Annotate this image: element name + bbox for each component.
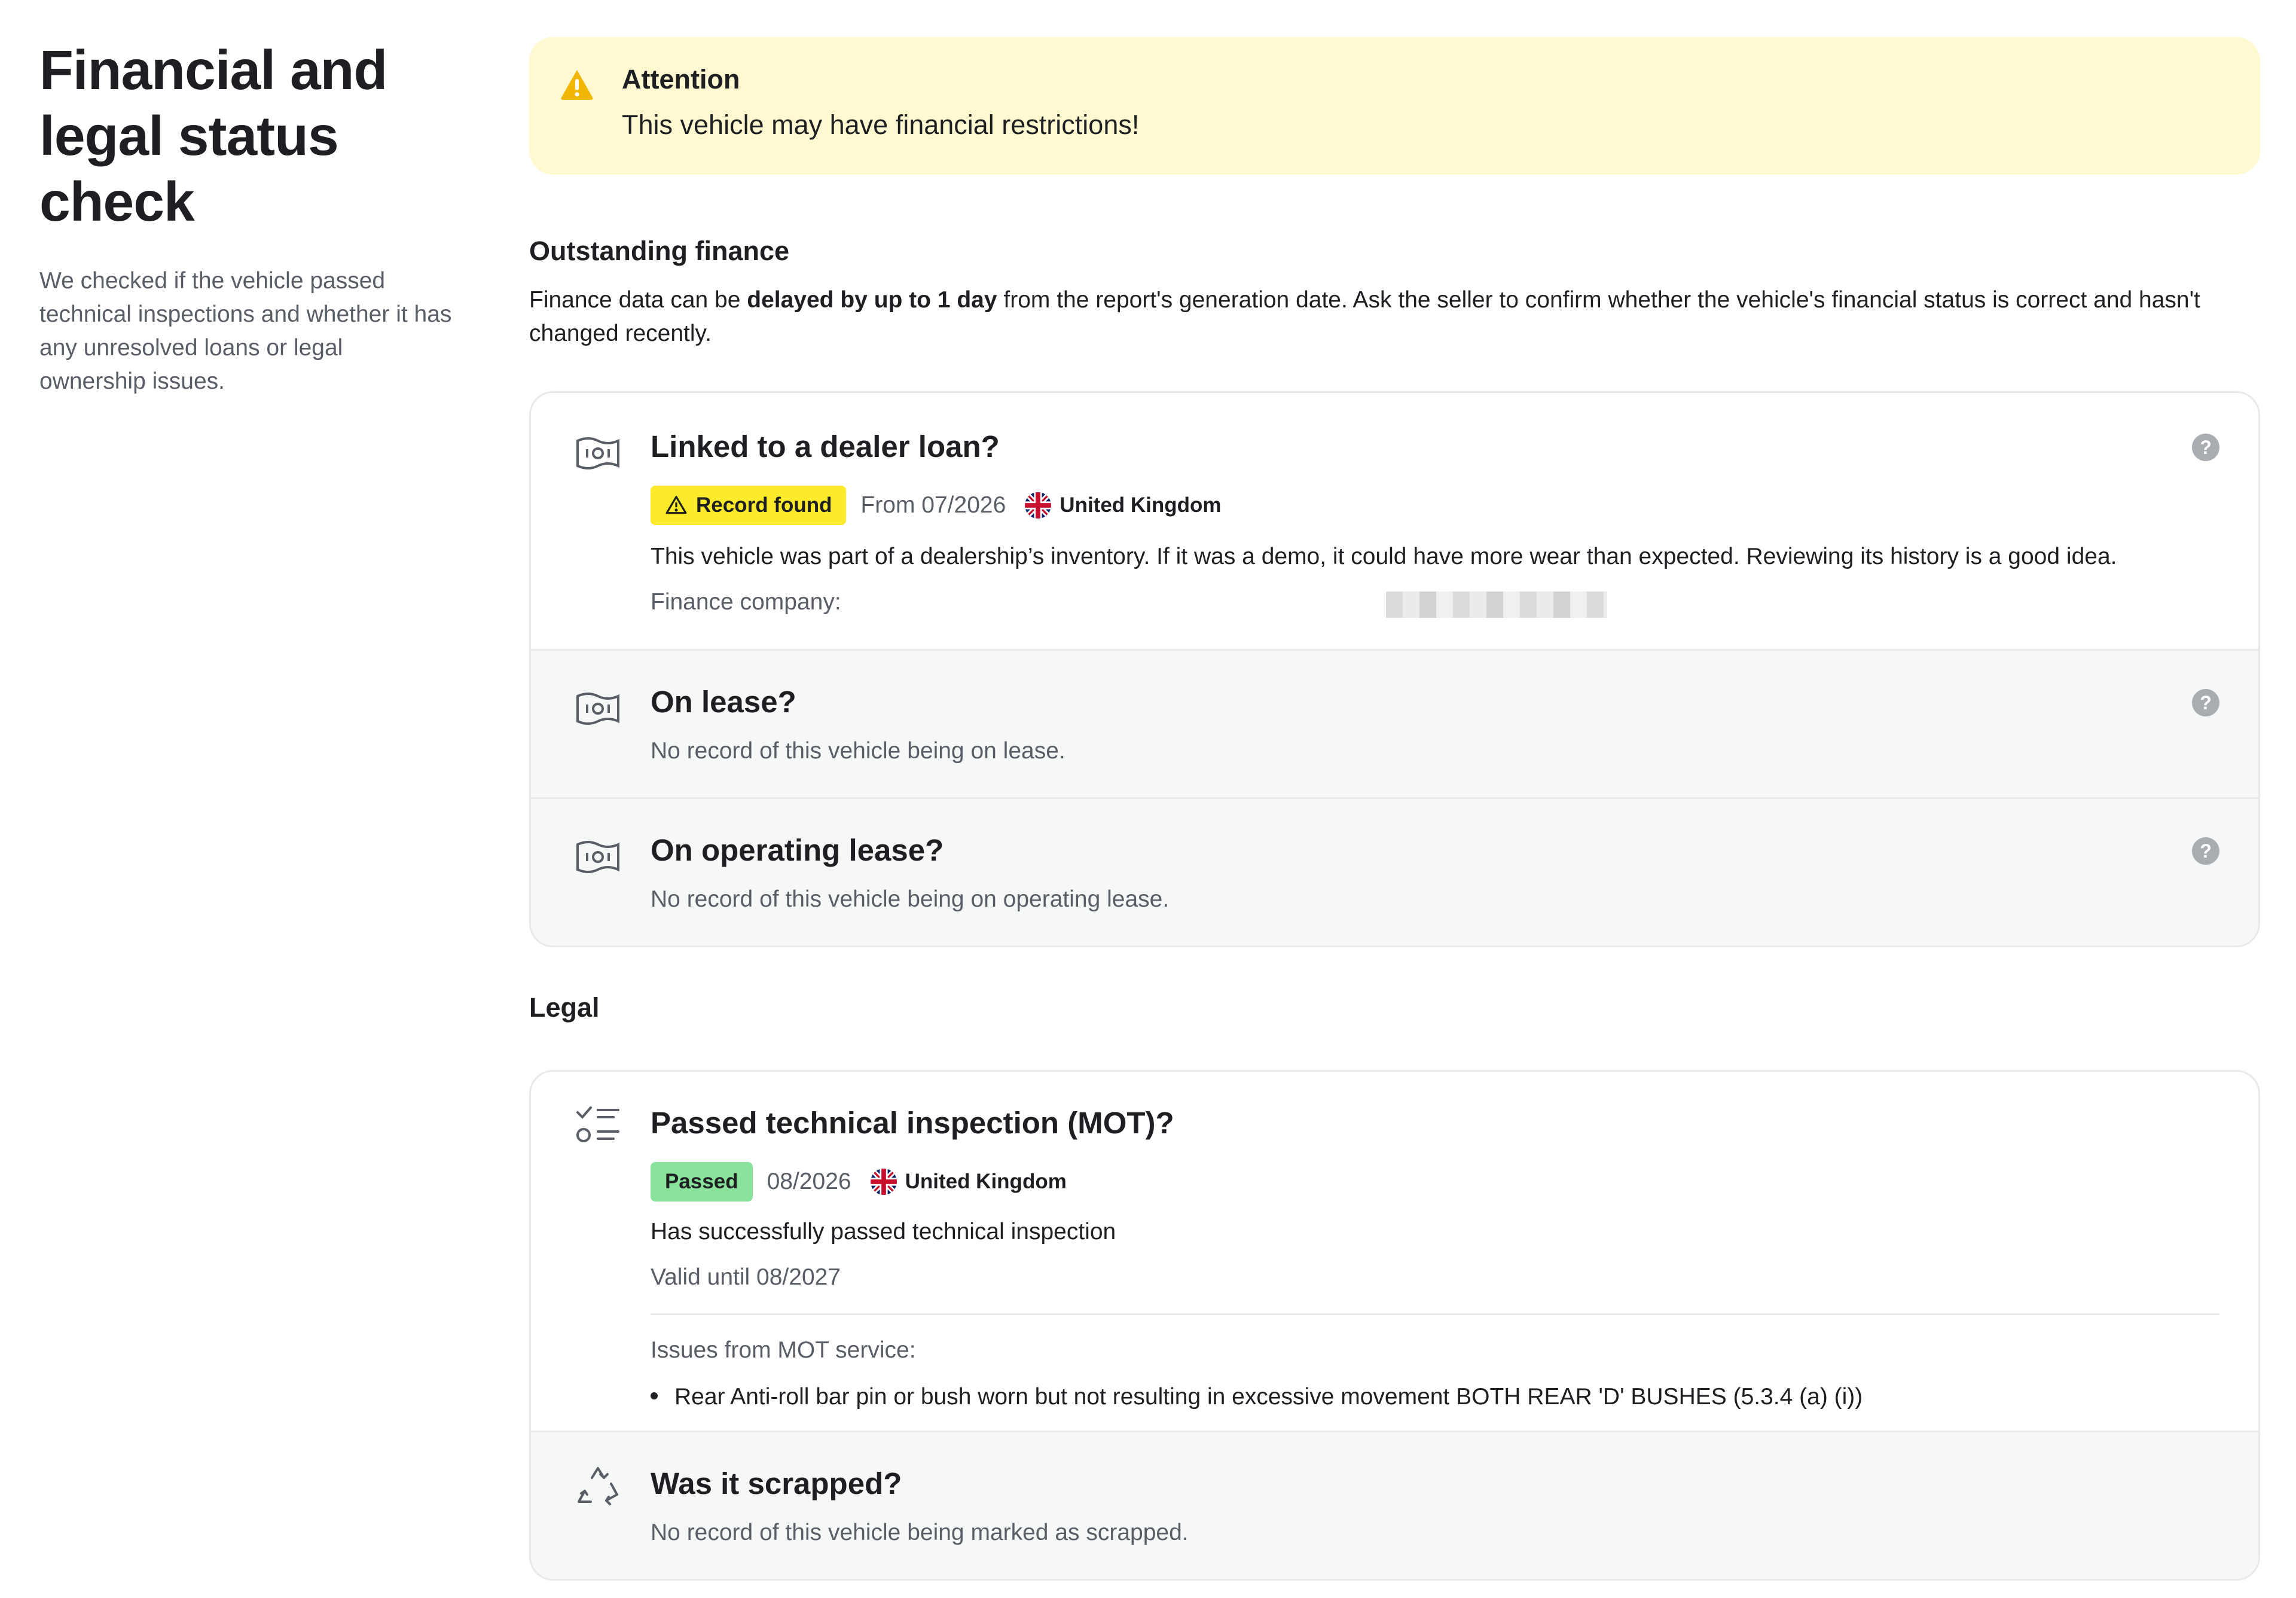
row-description: No record of this vehicle being on lease… <box>651 738 1065 764</box>
finance-desc-emphasis: delayed by up to 1 day <box>747 287 997 313</box>
row-on-lease: On lease? ? No record of this vehicle be… <box>531 649 2258 797</box>
legal-card: Passed technical inspection (MOT)? Passe… <box>529 1070 2260 1581</box>
page-description: We checked if the vehicle passed technic… <box>39 268 452 394</box>
main-content: Attention This vehicle may have financia… <box>529 37 2260 1581</box>
record-meta: Passed 08/2026 United Kingdom <box>651 1162 1067 1201</box>
issue-item: Rear Anti-roll bar pin or bush worn but … <box>651 1384 1863 1410</box>
finance-card: Linked to a dealer loan? ? Record found … <box>529 391 2260 947</box>
finance-description: Finance data can be delayed by up to 1 d… <box>529 283 2260 350</box>
help-icon[interactable]: ? <box>2192 837 2219 865</box>
valid-until: Valid until 08/2027 <box>651 1264 841 1290</box>
section-title-finance: Outstanding finance <box>529 236 790 266</box>
row-title: On operating lease? <box>651 833 944 867</box>
row-mot: Passed technical inspection (MOT)? Passe… <box>531 1072 2258 1431</box>
page: Financial and legal status check We chec… <box>0 0 2296 1598</box>
alert-message: This vehicle may have financial restrict… <box>622 109 1140 140</box>
finance-company-redacted <box>1386 591 1607 618</box>
issues-label: Issues from MOT service: <box>651 1337 916 1363</box>
row-operating-lease: On operating lease? ? No record of this … <box>531 797 2258 946</box>
row-description: No record of this vehicle being on opera… <box>651 886 1170 912</box>
uk-flag-icon <box>870 1169 897 1195</box>
page-title: Financial and legal status check <box>39 39 387 233</box>
section-title-legal: Legal <box>529 992 600 1023</box>
record-date: 08/2026 <box>767 1169 851 1194</box>
country-label: United Kingdom <box>1060 493 1222 517</box>
record-date: From 07/2026 <box>860 492 1006 518</box>
status-badge-label: Passed <box>665 1170 738 1193</box>
alert-title: Attention <box>622 64 740 94</box>
row-title: Linked to a dealer loan? <box>651 429 1000 463</box>
finance-desc-text: Finance data can be <box>529 287 747 313</box>
attention-alert: Attention This vehicle may have financia… <box>529 37 2260 175</box>
row-scrapped: Was it scrapped? No record of this vehic… <box>531 1431 2258 1579</box>
warning-outline-icon <box>665 496 687 514</box>
country-label: United Kingdom <box>905 1170 1067 1193</box>
row-dealer-loan: Linked to a dealer loan? ? Record found … <box>531 393 2258 649</box>
banknote-icon <box>576 693 619 725</box>
finance-company-label: Finance company: <box>651 589 841 615</box>
status-badge-label: Record found <box>696 493 832 517</box>
row-description: No record of this vehicle being marked a… <box>651 1520 1189 1545</box>
divider <box>651 1313 2219 1315</box>
row-title: On lease? <box>651 685 796 719</box>
recycle-icon <box>578 1467 618 1505</box>
warning-icon <box>561 70 593 100</box>
help-icon[interactable]: ? <box>2192 689 2219 716</box>
help-icon[interactable]: ? <box>2192 434 2219 461</box>
status-badge: Passed <box>651 1162 753 1201</box>
row-title: Was it scrapped? <box>651 1466 902 1501</box>
bullet-dot <box>651 1392 658 1399</box>
banknote-icon <box>576 841 619 873</box>
issue-text: Rear Anti-roll bar pin or bush worn but … <box>674 1384 1863 1410</box>
sidebar: Financial and legal status check We chec… <box>39 37 458 398</box>
uk-flag-icon <box>1025 492 1052 519</box>
row-description: Has successfully passed technical inspec… <box>651 1219 1116 1245</box>
record-meta: Record found From 07/2026 United Kingdom <box>651 486 1222 525</box>
row-title: Passed technical inspection (MOT)? <box>651 1106 1174 1140</box>
row-description: This vehicle was part of a dealership’s … <box>651 544 2117 569</box>
checklist-icon <box>576 1106 619 1142</box>
status-badge: Record found <box>651 486 847 525</box>
banknote-icon <box>576 437 619 469</box>
